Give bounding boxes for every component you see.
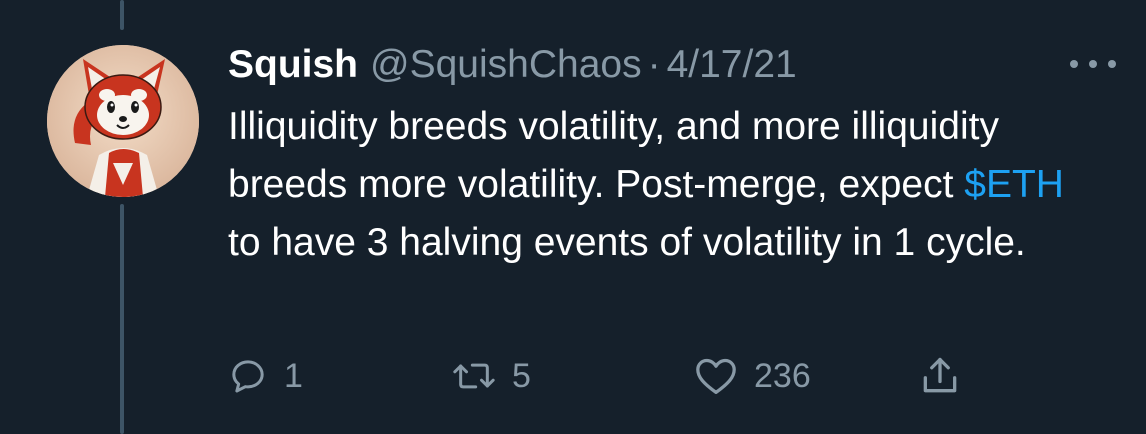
tweet-text-before: Illiquidity breeds volatility, and more … [228,105,999,206]
tweet-header: Squish @SquishChaos · 4/17/21 [228,40,797,90]
reply-icon [228,356,268,396]
header-separator: · [647,43,661,86]
share-icon [918,354,962,398]
more-dot [1070,60,1078,68]
tweet-text-after: to have 3 halving events of volatility i… [228,221,1026,264]
reply-button[interactable]: 1 [228,346,303,406]
heart-icon [694,356,738,396]
avatar[interactable] [47,45,199,197]
thread-line-top [120,0,124,30]
more-dot [1089,60,1097,68]
more-dot [1108,60,1116,68]
retweet-button[interactable]: 5 [452,346,531,406]
like-button[interactable]: 236 [694,346,811,406]
like-count: 236 [754,356,811,395]
retweet-icon [452,356,496,396]
user-handle[interactable]: @SquishChaos [370,40,642,90]
tweet-date[interactable]: 4/17/21 [667,40,797,90]
tweet-text: Illiquidity breeds volatility, and more … [228,98,1088,272]
display-name[interactable]: Squish [228,40,358,90]
cashtag-link[interactable]: $ETH [964,163,1064,206]
reply-count: 1 [284,356,303,395]
tweet-actions: 1 5 236 [0,346,1146,406]
share-button[interactable] [918,346,962,406]
retweet-count: 5 [512,356,531,395]
more-icon[interactable] [1070,52,1116,76]
